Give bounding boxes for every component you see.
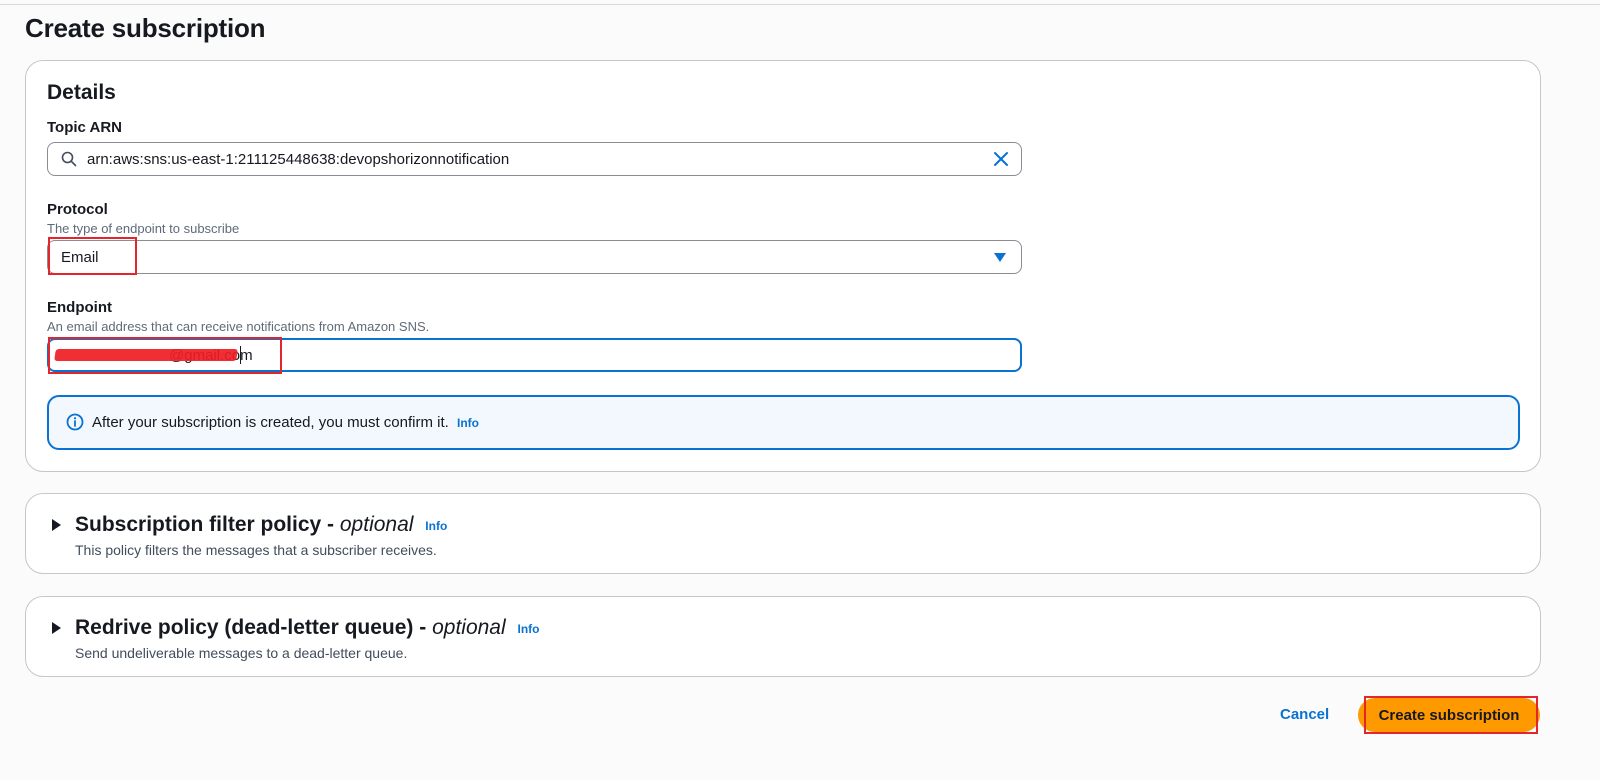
protocol-select[interactable]: Email (47, 240, 1022, 274)
redrive-policy-section[interactable]: Redrive policy (dead-letter queue) - opt… (25, 596, 1541, 677)
topic-arn-input[interactable]: arn:aws:sns:us-east-1:211125448638:devop… (47, 142, 1022, 176)
alert-text: After your subscription is created, you … (92, 414, 449, 431)
redrive-policy-info-link[interactable]: Info (518, 622, 540, 636)
details-container: Details Topic ARN arn:aws:sns:us-east-1:… (25, 60, 1541, 472)
confirmation-alert: After your subscription is created, you … (47, 395, 1520, 450)
protocol-label: Protocol (47, 201, 108, 218)
info-circle-icon (66, 413, 84, 431)
clear-icon[interactable] (993, 151, 1009, 167)
topic-arn-value: arn:aws:sns:us-east-1:211125448638:devop… (87, 151, 510, 168)
redrive-policy-description: Send undeliverable messages to a dead-le… (75, 645, 408, 661)
page-title: Create subscription (25, 13, 266, 43)
filter-policy-section[interactable]: Subscription filter policy - optional In… (25, 493, 1541, 574)
redrive-policy-title: Redrive policy (dead-letter queue) - opt… (75, 616, 540, 640)
protocol-selected-value: Email (61, 249, 99, 266)
filter-policy-description: This policy filters the messages that a … (75, 542, 437, 558)
endpoint-input[interactable]: @gmail.com (47, 338, 1022, 372)
top-divider (0, 4, 1600, 5)
search-icon (61, 151, 77, 167)
topic-arn-label: Topic ARN (47, 119, 122, 136)
caret-right-icon[interactable] (52, 519, 61, 531)
endpoint-label: Endpoint (47, 299, 112, 316)
details-heading: Details (47, 81, 116, 104)
redrive-policy-optional: optional (432, 616, 506, 639)
caret-right-icon[interactable] (52, 622, 61, 634)
redaction-mark (54, 349, 238, 361)
filter-policy-optional: optional (339, 513, 414, 536)
filter-policy-title: Subscription filter policy - optional In… (75, 513, 447, 537)
caret-down-icon (994, 253, 1006, 262)
cancel-button[interactable]: Cancel (1280, 706, 1329, 723)
filter-policy-info-link[interactable]: Info (425, 519, 447, 533)
protocol-description: The type of endpoint to subscribe (47, 221, 240, 236)
create-subscription-button[interactable]: Create subscription (1358, 698, 1540, 732)
endpoint-description: An email address that can receive notifi… (47, 319, 430, 334)
redrive-policy-title-text: Redrive policy (dead-letter queue) - (75, 616, 427, 639)
alert-info-link[interactable]: Info (457, 416, 479, 430)
alert-message: After your subscription is created, you … (92, 414, 479, 431)
filter-policy-title-text: Subscription filter policy - (75, 513, 335, 536)
text-cursor (240, 346, 241, 364)
